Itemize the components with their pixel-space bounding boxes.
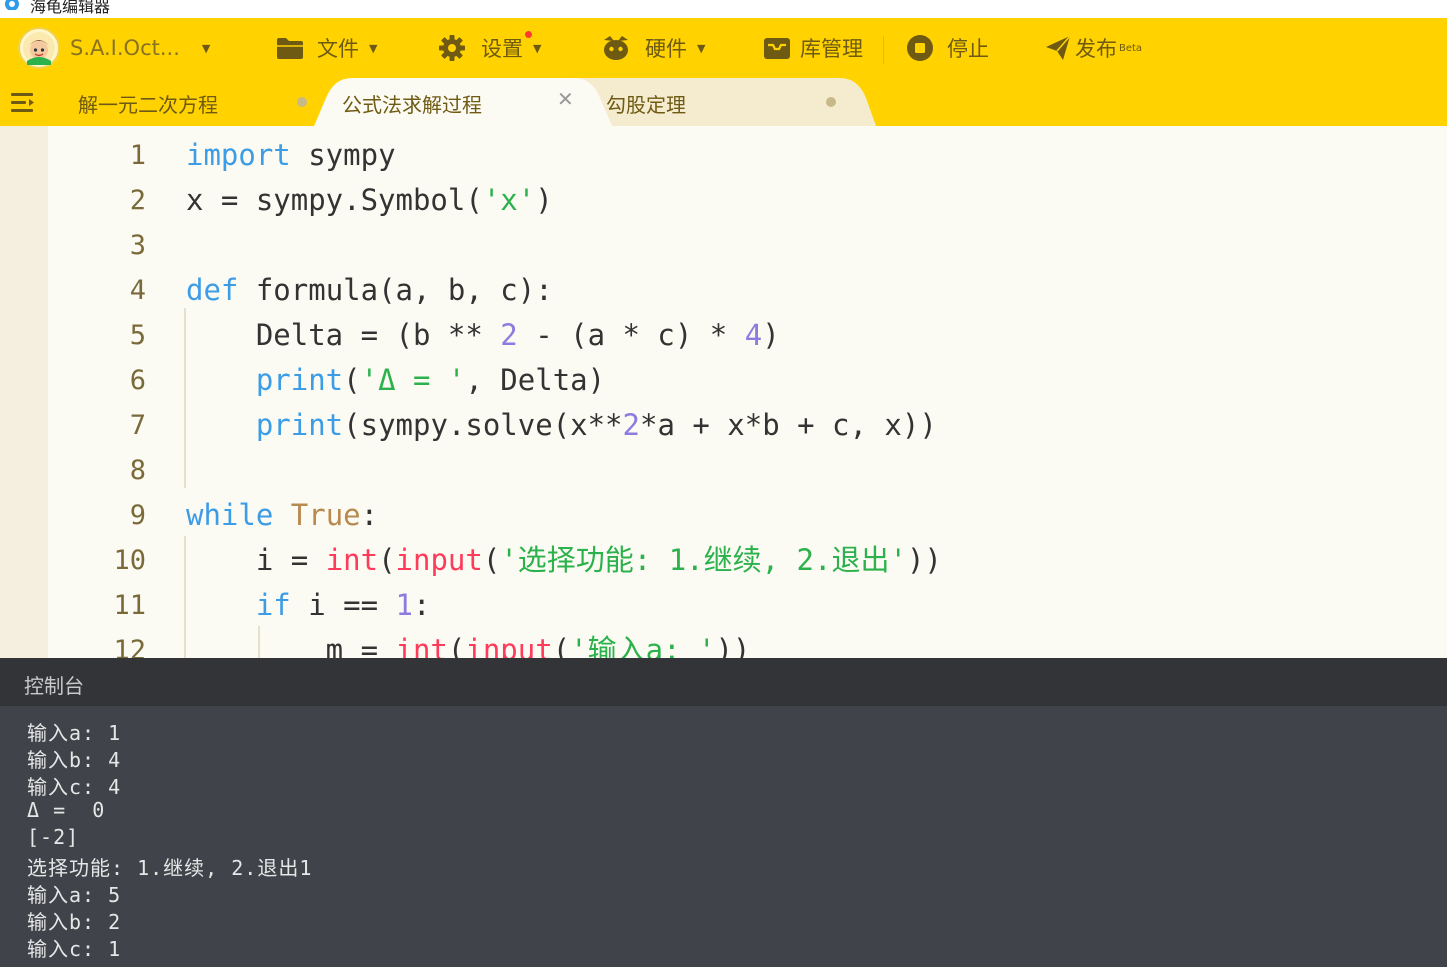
window-title: 海龟编辑器: [30, 0, 111, 16]
chevron-down-icon: ▼: [369, 41, 378, 55]
library-button[interactable]: 库管理: [763, 18, 863, 78]
code-line: print(sympy.solve(x**2*a + x*b + c, x)): [255, 408, 937, 442]
tab-label: 公式法求解过程: [342, 93, 482, 117]
console-line: 输入a: 5: [27, 883, 122, 907]
tab-label: 解一元二次方程: [78, 93, 218, 117]
console-line: 输入c: 4: [27, 775, 122, 799]
console-output[interactable]: 输入a: 1 输入b: 4 输入c: 4 Δ = 0 [-2] 选择功能: 1.…: [0, 706, 1447, 967]
line-number: 1: [129, 140, 146, 171]
console-line: Δ = 0: [27, 798, 106, 822]
library-label: 库管理: [800, 37, 863, 61]
settings-label: 设置: [481, 37, 523, 61]
line-number: 12: [113, 635, 146, 658]
publish-label: 发布: [1075, 37, 1117, 61]
line-number: 7: [129, 410, 146, 441]
tab-label: 勾股定理: [606, 93, 686, 117]
chevron-down-icon: ▼: [201, 41, 211, 55]
console-line: 输入b: 4: [27, 748, 122, 772]
line-number: 8: [129, 455, 146, 486]
notification-dot: [525, 31, 532, 38]
console-line: 选择功能: 1.继续, 2.退出1: [27, 856, 313, 880]
tab-formula[interactable]: 公式法求解过程 ✕: [314, 78, 612, 126]
code-line: print('Δ = ', Delta): [255, 363, 606, 397]
line-number: 2: [129, 185, 146, 216]
folder-icon: [277, 38, 303, 59]
code-line: if i == 1:: [255, 588, 431, 622]
publish-button[interactable]: 发布 Beta: [1045, 18, 1142, 78]
line-number: 9: [129, 500, 146, 531]
window-titlebar: 海龟编辑器: [0, 0, 1447, 18]
stop-button[interactable]: 停止: [906, 18, 989, 78]
send-icon: [1046, 35, 1071, 60]
console-line: 输入a: 1: [27, 721, 122, 745]
close-icon[interactable]: ✕: [557, 87, 574, 111]
code-line: m = int(input('输入a: ')): [186, 633, 751, 658]
avatar-image: [23, 32, 55, 65]
file-menu[interactable]: 文件 ▼: [276, 18, 377, 78]
console-title: 控制台: [24, 674, 84, 698]
code-line: Delta = (b ** 2 - (a * c) * 4): [186, 318, 780, 352]
unsaved-dot: [297, 97, 307, 107]
library-icon: [764, 38, 790, 59]
stop-label: 停止: [947, 37, 989, 61]
line-number: 3: [129, 230, 146, 261]
unsaved-dot: [826, 97, 836, 107]
chevron-down-icon: ▼: [533, 41, 542, 55]
console-line: [-2]: [27, 825, 80, 849]
settings-menu[interactable]: 设置 ▼: [438, 18, 541, 78]
console-line: 输入b: 2: [27, 910, 122, 934]
line-number: 10: [113, 545, 146, 576]
code-line: import sympy: [186, 138, 396, 172]
hardware-icon: [604, 36, 628, 60]
code-line: def formula(a, b, c):: [186, 273, 553, 307]
code-line: while True:: [186, 498, 379, 532]
tab-bar: 解一元二次方程 公式法求解过程 ✕ 勾股定理: [0, 78, 1447, 126]
main-toolbar: S.A.I.Oct... ▼ 文件 ▼ 设置 ▼ 硬件 ▼ 库管理 停止 发布 …: [0, 18, 1447, 78]
hardware-menu[interactable]: 硬件 ▼: [601, 18, 705, 78]
line-number: 11: [113, 590, 146, 621]
hardware-label: 硬件: [645, 37, 687, 61]
chevron-down-icon: ▼: [697, 41, 706, 55]
user-name: S.A.I.Oct...: [70, 36, 180, 60]
avatar: [18, 27, 60, 69]
line-number: 5: [129, 320, 146, 351]
user-menu[interactable]: S.A.I.Oct... ▼: [18, 18, 210, 78]
code-line: x = sympy.Symbol('x'): [186, 183, 553, 217]
line-number-gutter: 1 2 3 4 5 6 7 8 9 10 11 12: [48, 126, 180, 658]
code-line: i = int(input('选择功能: 1.继续, 2.退出')): [186, 543, 942, 577]
toolbar-divider: [883, 36, 884, 64]
console-header: 控制台: [0, 658, 1447, 706]
beta-badge: Beta: [1119, 42, 1143, 54]
editor-side-strip: [0, 126, 48, 658]
line-number: 6: [129, 365, 146, 396]
app-icon: [5, 0, 19, 10]
console-line: 输入c: 1: [27, 937, 122, 961]
line-number: 4: [129, 275, 146, 306]
stop-icon: [907, 35, 933, 61]
code-editor[interactable]: 1 2 3 4 5 6 7 8 9 10 11 12 import sympy …: [0, 126, 1447, 658]
tab-pythagoras[interactable]: 勾股定理: [590, 78, 876, 126]
file-label: 文件: [317, 37, 359, 61]
gear-icon: [439, 35, 465, 61]
tab-quadratic[interactable]: 解一元二次方程: [48, 78, 318, 126]
